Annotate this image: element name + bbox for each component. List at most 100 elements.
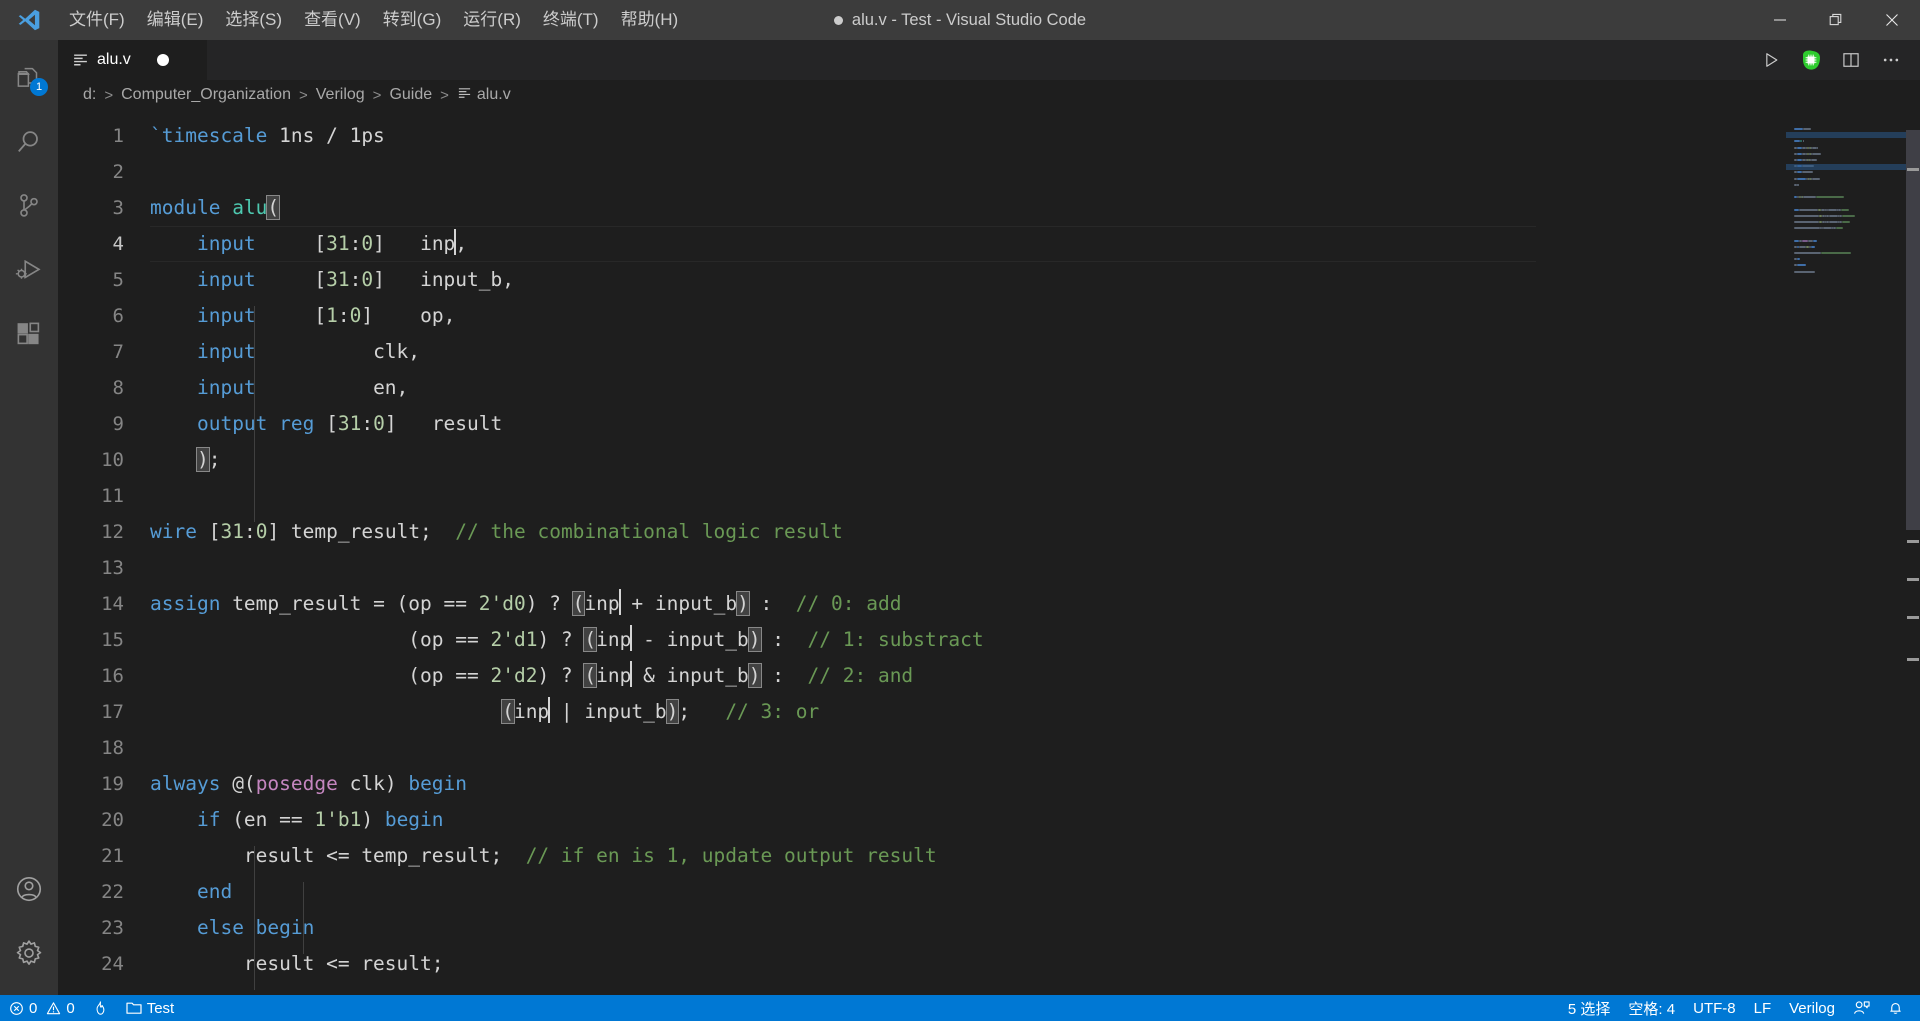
code-line-text[interactable]: (op == 2'd2) ? (inp & input_b) : // 2: a…	[150, 658, 1786, 694]
tab-dirty-indicator-icon[interactable]	[156, 54, 169, 66]
code-line[interactable]: 12 wire [31:0] temp_result; // the combin…	[58, 514, 1786, 550]
verilog-chip-button[interactable]	[1794, 43, 1828, 77]
code-line[interactable]: 9 output reg [31:0] result	[58, 406, 1786, 442]
split-editor-button[interactable]	[1834, 43, 1868, 77]
code-line-text[interactable]: output reg [31:0] result	[150, 406, 1786, 442]
code-line-text[interactable]	[150, 154, 1786, 190]
code-line[interactable]: 7 input clk,	[58, 334, 1786, 370]
code-line[interactable]: 11	[58, 478, 1786, 514]
scrollbar-thumb[interactable]	[1906, 130, 1920, 530]
code-line[interactable]: 6 input [1:0] op,	[58, 298, 1786, 334]
run-button[interactable]	[1754, 43, 1788, 77]
sidebar-item-search[interactable]	[0, 110, 58, 174]
minimap-line	[1816, 146, 1818, 149]
code-line-text[interactable]: if (en == 1'b1) begin	[150, 802, 1786, 838]
code-line-text[interactable]: result <= temp_result; // if en is 1, up…	[150, 838, 1786, 874]
code-line[interactable]: 5 input [31:0] input_b,	[58, 262, 1786, 298]
gear-icon[interactable]	[0, 921, 58, 985]
code-editor[interactable]: 1 `timescale 1ns / 1ps 2 3 module alu(4 inpu…	[58, 110, 1920, 995]
code-line[interactable]: 14 assign temp_result = (op == 2'd0) ? (i…	[58, 586, 1786, 622]
code-line[interactable]: 23 else begin	[58, 910, 1786, 946]
notifications-status[interactable]	[1879, 995, 1912, 1021]
restore-icon[interactable]	[1808, 0, 1864, 40]
problems-status[interactable]: 0 0	[0, 995, 84, 1021]
code-line[interactable]: 3 module alu(	[58, 190, 1786, 226]
minimap[interactable]	[1786, 110, 1906, 995]
selection-status[interactable]: 5 选择	[1559, 995, 1620, 1021]
code-line-text[interactable]: input en,	[150, 370, 1786, 406]
sidebar-item-source-control[interactable]	[0, 174, 58, 238]
code-line-text[interactable]: (op == 2'd1) ? (inp - input_b) : // 1: s…	[150, 622, 1786, 658]
code-line-text[interactable]: assign temp_result = (op == 2'd0) ? (inp…	[150, 586, 1786, 622]
code-line[interactable]: 4 input [31:0] inp,	[58, 226, 1786, 262]
sidebar-item-run-and-debug[interactable]	[0, 238, 58, 302]
code-line-text[interactable]: input [31:0] inp,	[150, 226, 1786, 262]
feedback-status[interactable]	[1844, 995, 1879, 1021]
code-line[interactable]: 22 end	[58, 874, 1786, 910]
menu-edit[interactable]: 编辑(E)	[136, 0, 215, 40]
code-line[interactable]: 1 `timescale 1ns / 1ps	[58, 118, 1786, 154]
code-line-text[interactable]: (inp | input_b); // 3: or	[150, 694, 1786, 730]
code-line-text[interactable]: module alu(	[150, 190, 1786, 226]
more-actions-button[interactable]	[1874, 43, 1908, 77]
code-line-text[interactable]: `timescale 1ns / 1ps	[150, 118, 1786, 154]
code-line[interactable]: 10 );	[58, 442, 1786, 478]
encoding-status[interactable]: UTF-8	[1684, 995, 1745, 1021]
code-line[interactable]: 2	[58, 154, 1786, 190]
language-status[interactable]: Verilog	[1780, 995, 1844, 1021]
code-line-text[interactable]: wire [31:0] temp_result; // the combinat…	[150, 514, 1786, 550]
breadcrumb-item-2[interactable]: Verilog	[313, 86, 368, 104]
sidebar-item-explorer[interactable]: 1	[0, 46, 58, 110]
code-line[interactable]: 18	[58, 730, 1786, 766]
code-line-text[interactable]: input [1:0] op,	[150, 298, 1786, 334]
menu-help[interactable]: 帮助(H)	[610, 0, 690, 40]
menu-selection[interactable]: 选择(S)	[214, 0, 293, 40]
line-number: 4	[112, 233, 124, 255]
breadcrumb-item-4[interactable]: alu.v	[454, 86, 514, 104]
code-line[interactable]: 19 always @(posedge clk) begin	[58, 766, 1786, 802]
menu-terminal[interactable]: 终端(T)	[532, 0, 610, 40]
code-token: 2'd2	[490, 664, 538, 687]
code-line-text[interactable]	[150, 478, 1786, 514]
code-token: input	[196, 340, 256, 363]
menu-file[interactable]: 文件(F)	[58, 0, 136, 40]
code-line[interactable]: 24 result <= result;	[58, 946, 1786, 982]
code-line-text[interactable]	[150, 730, 1786, 766]
editor-scrollbar[interactable]	[1906, 110, 1920, 995]
code-line-text[interactable]: );	[150, 442, 1786, 478]
code-line[interactable]: 16 (op == 2'd2) ? (inp & input_b) : // 2…	[58, 658, 1786, 694]
code-line-text[interactable]: end	[150, 874, 1786, 910]
breadcrumb-item-1[interactable]: Computer_Organization	[118, 86, 294, 104]
code-line-text[interactable]: input [31:0] input_b,	[150, 262, 1786, 298]
sidebar-item-extensions[interactable]	[0, 302, 58, 366]
forge-status[interactable]	[84, 995, 117, 1021]
code-line[interactable]: 20 if (en == 1'b1) begin	[58, 802, 1786, 838]
close-icon[interactable]	[1864, 0, 1920, 40]
breadcrumb-item-3[interactable]: Guide	[386, 86, 435, 104]
code-line-text[interactable]	[150, 550, 1786, 586]
code-line-text[interactable]: else begin	[150, 910, 1786, 946]
menu-view[interactable]: 查看(V)	[293, 0, 372, 40]
indentation-status[interactable]: 空格: 4	[1619, 995, 1684, 1021]
eol-status[interactable]: LF	[1745, 995, 1781, 1021]
minimize-icon[interactable]	[1752, 0, 1808, 40]
tab-alu-v[interactable]: alu.v	[58, 40, 208, 80]
code-viewport[interactable]: 1 `timescale 1ns / 1ps 2 3 module alu(4 inpu…	[58, 110, 1786, 995]
minimap-line	[1794, 227, 1820, 230]
code-line[interactable]: 15 (op == 2'd1) ? (inp - input_b) : // 1…	[58, 622, 1786, 658]
menu-go[interactable]: 转到(G)	[372, 0, 453, 40]
code-line[interactable]: 17 (inp | input_b); // 3: or	[58, 694, 1786, 730]
menu-run[interactable]: 运行(R)	[452, 0, 532, 40]
code-line[interactable]: 13	[58, 550, 1786, 586]
code-line-text[interactable]: input clk,	[150, 334, 1786, 370]
account-icon[interactable]	[0, 857, 58, 921]
folder-status[interactable]: Test	[117, 995, 184, 1021]
code-line[interactable]: 8 input en,	[58, 370, 1786, 406]
code-line[interactable]: 21 result <= temp_result; // if en is 1,…	[58, 838, 1786, 874]
code-lines[interactable]: 1 `timescale 1ns / 1ps 2 3 module alu(4 inpu…	[58, 110, 1786, 982]
code-line-text[interactable]: result <= result;	[150, 946, 1786, 982]
code-line-text[interactable]: always @(posedge clk) begin	[150, 766, 1786, 802]
code-token: @(	[220, 772, 256, 795]
breadcrumb-item-0[interactable]: d:	[80, 86, 99, 104]
